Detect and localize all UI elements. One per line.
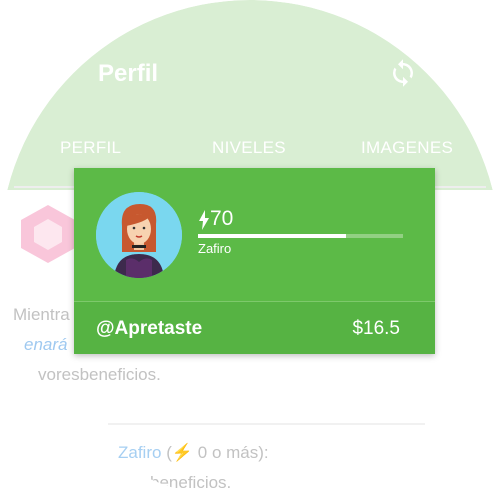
avatar <box>96 192 182 278</box>
tab-niveles[interactable]: NIVELES <box>212 138 286 158</box>
zafiro-requirement: Zafiro (⚡ 0 o más): <box>118 443 269 463</box>
section-divider <box>108 423 425 425</box>
tab-bar: PERFIL NIVELES IMAGENES <box>0 130 500 170</box>
page-title: Perfil <box>98 60 159 87</box>
bolt-icon: ⚡ <box>171 443 194 462</box>
zafiro-requirement-text: 0 o más): <box>197 443 269 462</box>
description-link[interactable]: enará <box>24 335 67 355</box>
credit-amount: $16.5 <box>352 318 400 339</box>
level-progress-bar <box>198 234 403 238</box>
level-hexagon-icon <box>21 205 75 263</box>
refresh-icon[interactable] <box>388 58 418 88</box>
zafiro-level-link[interactable]: Zafiro <box>118 443 161 462</box>
profile-card: 70 Zafiro @Apretaste $16.5 <box>74 168 435 354</box>
description-text-end: voresbeneficios. <box>38 365 161 384</box>
benefits-text: beneficios. <box>150 473 232 492</box>
description-text-start: Mientra <box>13 305 70 324</box>
level-name: Zafiro <box>198 241 232 256</box>
tab-imagenes[interactable]: IMAGENES <box>361 138 453 158</box>
app-bar: Perfil PERFIL NIVELES IMAGENES <box>0 0 500 190</box>
avatar-illustration <box>96 192 182 278</box>
bolt-icon <box>199 210 209 230</box>
level-progress-fill <box>198 234 346 238</box>
points-value: 70 <box>210 207 234 230</box>
tab-perfil[interactable]: PERFIL <box>60 138 121 158</box>
username: @Apretaste <box>96 318 203 339</box>
